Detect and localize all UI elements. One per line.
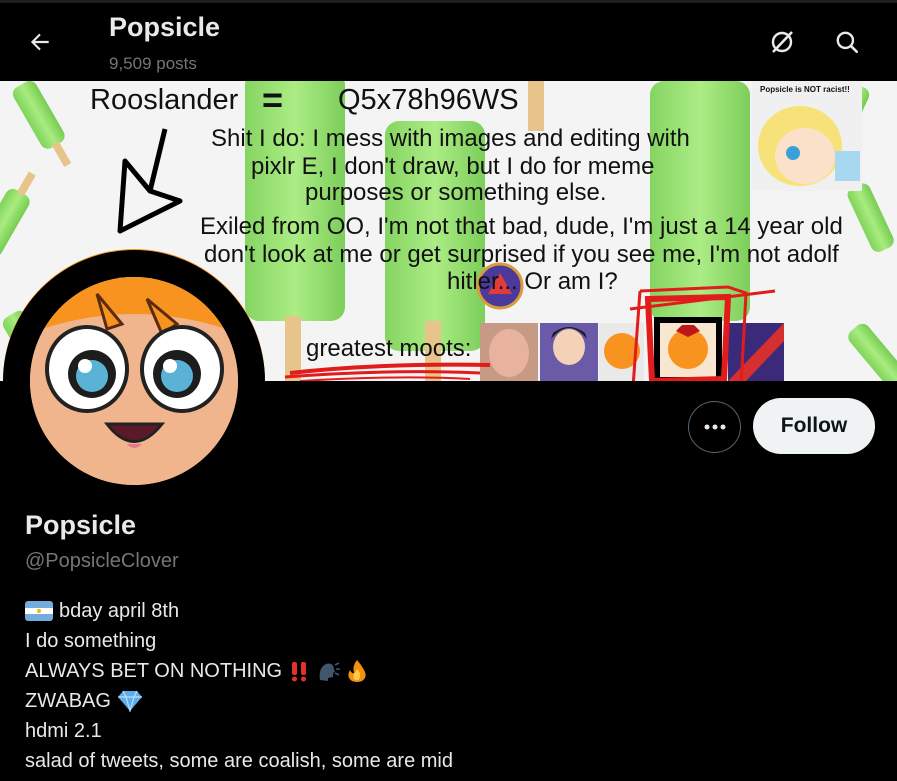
arrow-left-icon	[30, 33, 49, 51]
banner-line-2: pixlr E, I don't draw, but I do for meme	[251, 153, 655, 180]
banner-line-1: Shit I do: I mess with images and editin…	[211, 125, 690, 152]
grok-icon	[771, 31, 793, 53]
argentina-flag-icon	[25, 601, 53, 621]
banner-corner-note: Popsicle is NOT racist!!	[760, 85, 850, 94]
bio-line-4: ZWABAG	[25, 686, 453, 716]
window-border	[0, 0, 897, 3]
more-options-button[interactable]	[688, 401, 741, 453]
display-name: Popsicle	[25, 510, 137, 540]
profile-header: Popsicle 9,509 posts	[0, 0, 897, 81]
banner-line-5: don't look at me or get surprised if you…	[204, 241, 839, 268]
more-dots-icon	[704, 424, 725, 430]
bio-text-3: ALWAYS BET ON NOTHING	[25, 660, 283, 682]
bio-line-3: ALWAYS BET ON NOTHING	[25, 656, 453, 686]
gem-icon	[117, 690, 142, 712]
posts-count: 9,509 posts	[109, 54, 197, 73]
fire-icon	[348, 660, 366, 682]
bio-line-2: I do something	[25, 626, 453, 656]
search-button[interactable]	[827, 22, 867, 62]
banner-line-6: hitler... Or am I?	[447, 268, 618, 295]
banner-moots-label: greatest moots:	[306, 335, 472, 362]
banner-line-4: Exiled from OO, I'm not that bad, dude, …	[200, 213, 843, 240]
banner-line-3: purposes or something else.	[305, 179, 607, 206]
bio-text-5: hdmi 2.1	[25, 720, 102, 742]
bio-birthday: bday april 8th	[59, 600, 180, 622]
header-title: Popsicle	[109, 12, 221, 42]
bio-text-6: salad of tweets, some are coalish, some …	[25, 750, 453, 772]
bio-text-2: I do something	[25, 630, 157, 652]
avatar[interactable]	[3, 250, 265, 512]
double-exclamation-icon	[292, 662, 307, 682]
banner-text-rooslander: Rooslander	[90, 84, 239, 116]
bio: bday april 8th I do something ALWAYS BET…	[25, 596, 453, 776]
speaking-head-icon	[319, 662, 341, 681]
back-button[interactable]	[20, 22, 60, 62]
grok-button[interactable]	[762, 22, 802, 62]
banner-text-equals: =	[262, 81, 284, 120]
bio-line-1: bday april 8th	[25, 596, 453, 626]
follow-button[interactable]: Follow	[753, 398, 875, 454]
avatar-image	[30, 277, 238, 485]
search-icon	[836, 31, 859, 54]
bio-text-4: ZWABAG	[25, 690, 111, 712]
bio-line-5: hdmi 2.1	[25, 716, 453, 746]
banner-text-code: Q5x78h96WS	[338, 84, 519, 116]
bio-line-6: salad of tweets, some are coalish, some …	[25, 746, 453, 776]
user-handle: @PopsicleClover	[25, 550, 179, 572]
